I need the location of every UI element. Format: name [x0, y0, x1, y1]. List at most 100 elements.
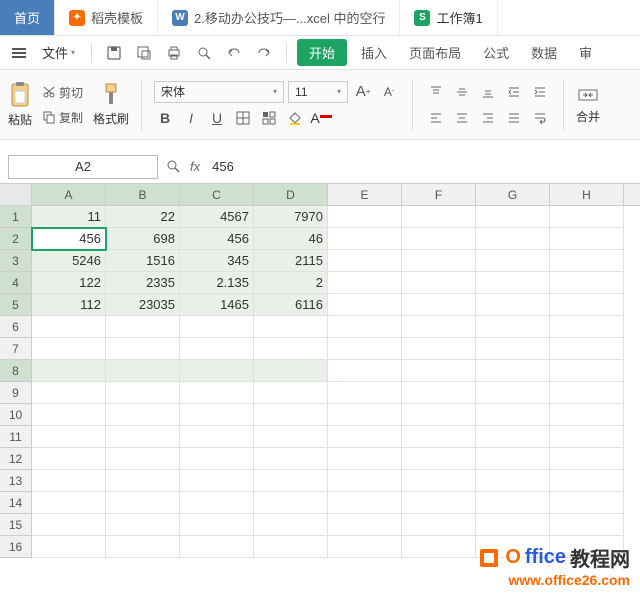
cell[interactable] [32, 404, 106, 426]
cell[interactable] [328, 404, 402, 426]
justify-button[interactable] [503, 107, 525, 129]
page-layout-tab[interactable]: 页面布局 [401, 39, 469, 66]
cell[interactable] [32, 514, 106, 536]
print-preview-icon[interactable] [192, 41, 216, 65]
cell[interactable] [402, 536, 476, 558]
row-header[interactable]: 8 [0, 360, 32, 382]
align-top-button[interactable] [425, 81, 447, 103]
cell[interactable] [106, 536, 180, 558]
row-header[interactable]: 14 [0, 492, 32, 514]
cell[interactable] [476, 316, 550, 338]
row-header[interactable]: 15 [0, 514, 32, 536]
italic-button[interactable]: I [180, 107, 202, 129]
cell[interactable] [328, 448, 402, 470]
cell[interactable] [180, 514, 254, 536]
cell[interactable] [550, 250, 624, 272]
tab-docer[interactable]: ✦ 稻壳模板 [55, 0, 158, 35]
cell[interactable] [328, 360, 402, 382]
align-left-button[interactable] [425, 107, 447, 129]
row-header[interactable]: 9 [0, 382, 32, 404]
hamburger-menu-icon[interactable] [8, 44, 30, 62]
cell[interactable]: 2 [254, 272, 328, 294]
cell[interactable] [180, 360, 254, 382]
cell[interactable]: 698 [106, 228, 180, 250]
cell-style-button[interactable] [258, 107, 280, 129]
cell[interactable] [476, 272, 550, 294]
cell[interactable] [180, 316, 254, 338]
cell[interactable]: 456 [32, 228, 106, 250]
cell[interactable] [32, 492, 106, 514]
row-header[interactable]: 3 [0, 250, 32, 272]
tab-workbook[interactable]: S 工作簿1 [400, 0, 497, 35]
cell[interactable] [476, 492, 550, 514]
cell[interactable] [550, 206, 624, 228]
cell[interactable] [550, 448, 624, 470]
font-color-button[interactable]: A [310, 107, 332, 129]
cell[interactable] [328, 272, 402, 294]
search-icon[interactable] [166, 159, 182, 175]
cell[interactable]: 1465 [180, 294, 254, 316]
cell[interactable] [32, 382, 106, 404]
cell[interactable] [32, 338, 106, 360]
review-tab[interactable]: 审 [571, 39, 600, 66]
cell[interactable] [180, 382, 254, 404]
cell[interactable] [328, 382, 402, 404]
cell[interactable] [180, 338, 254, 360]
cell[interactable] [180, 536, 254, 558]
border-button[interactable] [232, 107, 254, 129]
copy-button[interactable]: 复制 [40, 107, 85, 128]
cell[interactable] [32, 448, 106, 470]
select-all-corner[interactable] [0, 184, 32, 205]
cell[interactable] [328, 492, 402, 514]
align-middle-button[interactable] [451, 81, 473, 103]
cell[interactable] [476, 382, 550, 404]
start-tab[interactable]: 开始 [297, 39, 347, 66]
print-icon[interactable] [162, 41, 186, 65]
cell[interactable] [402, 404, 476, 426]
decrease-indent-button[interactable] [503, 81, 525, 103]
cell[interactable] [328, 470, 402, 492]
cell[interactable] [328, 228, 402, 250]
cell[interactable] [402, 470, 476, 492]
cell[interactable] [550, 382, 624, 404]
row-header[interactable]: 2 [0, 228, 32, 250]
cell[interactable] [550, 272, 624, 294]
cell[interactable] [254, 404, 328, 426]
cell[interactable] [328, 514, 402, 536]
cut-button[interactable]: 剪切 [40, 82, 85, 103]
merge-cells-button[interactable]: 合并 [576, 84, 600, 125]
cell[interactable] [550, 426, 624, 448]
cell[interactable] [254, 536, 328, 558]
align-bottom-button[interactable] [477, 81, 499, 103]
formula-tab[interactable]: 公式 [475, 39, 517, 66]
cell[interactable] [550, 492, 624, 514]
cell[interactable]: 7970 [254, 206, 328, 228]
formula-input[interactable]: 456 [208, 157, 632, 176]
col-header-B[interactable]: B [106, 184, 180, 205]
increase-indent-button[interactable] [529, 81, 551, 103]
fill-color-button[interactable] [284, 107, 306, 129]
cell[interactable]: 5246 [32, 250, 106, 272]
cell[interactable]: 22 [106, 206, 180, 228]
cell[interactable] [476, 514, 550, 536]
cell[interactable] [402, 514, 476, 536]
col-header-A[interactable]: A [32, 184, 106, 205]
cell[interactable] [180, 448, 254, 470]
cell[interactable] [328, 536, 402, 558]
wrap-text-button[interactable] [529, 107, 551, 129]
cell[interactable]: 2335 [106, 272, 180, 294]
cell[interactable] [402, 338, 476, 360]
cell[interactable] [476, 250, 550, 272]
cell[interactable] [476, 426, 550, 448]
col-header-F[interactable]: F [402, 184, 476, 205]
cell[interactable] [476, 206, 550, 228]
row-header[interactable]: 4 [0, 272, 32, 294]
cell[interactable] [402, 294, 476, 316]
row-header[interactable]: 10 [0, 404, 32, 426]
cell[interactable] [254, 492, 328, 514]
cell[interactable] [550, 228, 624, 250]
cell[interactable] [106, 448, 180, 470]
row-header[interactable]: 5 [0, 294, 32, 316]
cell[interactable] [550, 360, 624, 382]
cell[interactable] [402, 272, 476, 294]
